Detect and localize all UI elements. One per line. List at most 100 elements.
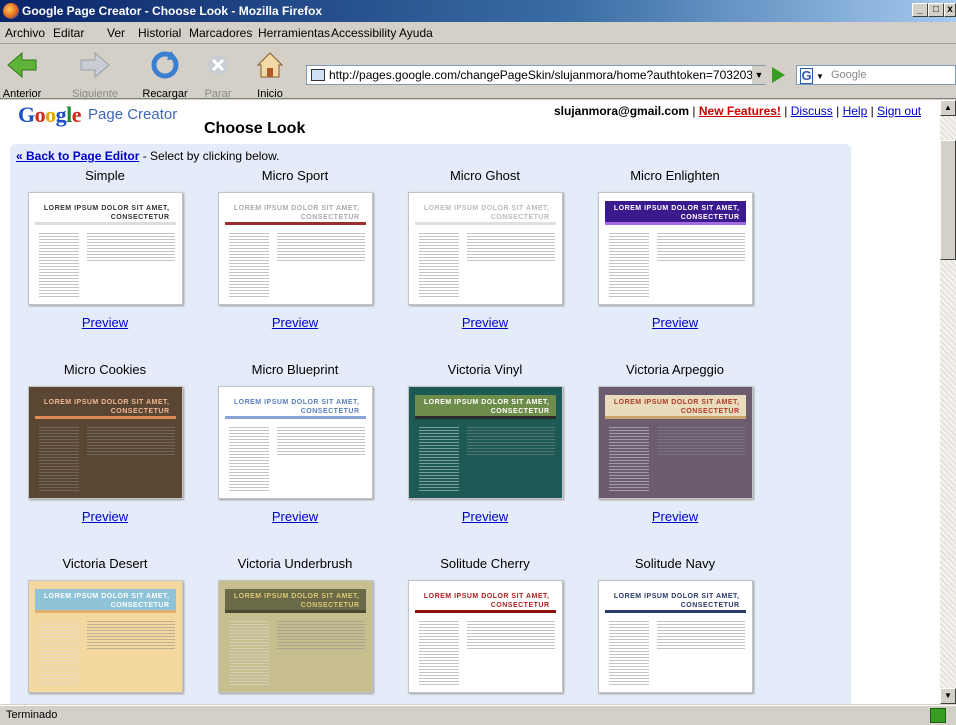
- thumbnail-body-text: [276, 427, 365, 457]
- google-logo[interactable]: Google: [18, 102, 82, 128]
- product-name: Page Creator: [88, 106, 178, 123]
- back-label: Anterior: [2, 88, 42, 100]
- preview-link[interactable]: Preview: [585, 509, 765, 525]
- look-thumbnail[interactable]: LOREM IPSUM DOLOR SIT AMET, CONSECTETUR: [407, 580, 563, 693]
- look-item[interactable]: Victoria Arpeggio LOREM IPSUM DOLOR SIT A…: [585, 362, 765, 525]
- look-item[interactable]: Solitude Cherry LOREM IPSUM DOLOR SIT AME…: [395, 556, 575, 693]
- maximize-button[interactable]: □: [928, 3, 944, 17]
- thumbnail-heading: LOREM IPSUM DOLOR SIT AMET, CONSECTETUR: [604, 201, 746, 225]
- look-item[interactable]: Victoria Vinyl LOREM IPSUM DOLOR SIT AMET…: [395, 362, 575, 525]
- preview-link[interactable]: Preview: [395, 509, 575, 525]
- menu-ayuda[interactable]: Ayuda: [399, 26, 433, 40]
- back-to-editor-link[interactable]: « Back to Page Editor: [16, 149, 139, 163]
- search-engine-dropdown-icon[interactable]: ▼: [816, 68, 824, 86]
- discuss-link[interactable]: Discuss: [791, 104, 833, 118]
- look-item[interactable]: Simple LOREM IPSUM DOLOR SIT AMET, CONSEC…: [15, 168, 195, 331]
- thumbnail-sidebar-text: [38, 621, 79, 685]
- vertical-scrollbar[interactable]: ▲ ▼: [940, 100, 956, 704]
- menu-marcadores[interactable]: Marcadores: [189, 26, 252, 40]
- look-item[interactable]: Micro Ghost LOREM IPSUM DOLOR SIT AMET, C…: [395, 168, 575, 331]
- close-button[interactable]: x: [944, 3, 956, 17]
- help-link[interactable]: Help: [843, 104, 868, 118]
- menu-editar[interactable]: Editar: [53, 26, 84, 40]
- preview-link[interactable]: Preview: [395, 315, 575, 331]
- reload-icon: [151, 51, 179, 79]
- thumbnail-body-text: [276, 621, 365, 651]
- browser-window: Google Page Creator - Choose Look - Mozi…: [0, 0, 956, 725]
- scroll-down-icon[interactable]: ▼: [940, 688, 956, 704]
- stop-button[interactable]: Parar: [200, 49, 236, 100]
- home-icon: [256, 52, 284, 78]
- look-item[interactable]: Micro Blueprint LOREM IPSUM DOLOR SIT AME…: [205, 362, 385, 525]
- status-text: Terminado: [6, 709, 58, 721]
- preview-link[interactable]: Preview: [205, 315, 385, 331]
- preview-link[interactable]: Preview: [585, 315, 765, 331]
- look-name: Micro Cookies: [63, 362, 147, 377]
- stop-label: Parar: [204, 88, 232, 100]
- thumbnail-sidebar-text: [228, 427, 269, 491]
- url-dropdown-icon[interactable]: ▼: [752, 66, 766, 84]
- thumbnail-body-text: [86, 233, 175, 263]
- menu-archivo[interactable]: Archivo: [5, 26, 45, 40]
- look-name: Micro Enlighten: [630, 168, 720, 183]
- minimize-button[interactable]: _: [912, 3, 928, 17]
- thumbnail-heading: LOREM IPSUM DOLOR SIT AMET, CONSECTETUR: [414, 589, 556, 613]
- preview-link[interactable]: Preview: [205, 509, 385, 525]
- scroll-up-icon[interactable]: ▲: [940, 100, 956, 116]
- look-item[interactable]: Micro Sport LOREM IPSUM DOLOR SIT AMET, C…: [205, 168, 385, 331]
- look-thumbnail[interactable]: LOREM IPSUM DOLOR SIT AMET, CONSECTETUR: [407, 192, 563, 305]
- sign-out-link[interactable]: Sign out: [877, 104, 921, 118]
- thumbnail-heading: LOREM IPSUM DOLOR SIT AMET, CONSECTETUR: [604, 395, 746, 419]
- thumbnail-body-text: [656, 427, 745, 457]
- thumbnail-body-text: [656, 233, 745, 263]
- look-name: Victoria Desert: [62, 556, 148, 571]
- look-item[interactable]: Victoria Underbrush LOREM IPSUM DOLOR SIT…: [205, 556, 385, 693]
- menu-herramientas[interactable]: Herramientas: [258, 26, 330, 40]
- thumbnail-heading: LOREM IPSUM DOLOR SIT AMET, CONSECTETUR: [224, 201, 366, 225]
- page-icon: [311, 69, 325, 81]
- look-item[interactable]: Solitude Navy LOREM IPSUM DOLOR SIT AMET,…: [585, 556, 765, 693]
- go-icon[interactable]: [772, 67, 785, 83]
- look-thumbnail[interactable]: LOREM IPSUM DOLOR SIT AMET, CONSECTETUR: [597, 192, 753, 305]
- scroll-thumb[interactable]: [940, 140, 956, 260]
- look-item[interactable]: Micro Enlighten LOREM IPSUM DOLOR SIT AME…: [585, 168, 765, 331]
- look-item[interactable]: Micro Cookies LOREM IPSUM DOLOR SIT AMET,…: [15, 362, 195, 525]
- look-thumbnail[interactable]: LOREM IPSUM DOLOR SIT AMET, CONSECTETUR: [597, 386, 753, 499]
- preview-link[interactable]: Preview: [15, 509, 195, 525]
- thumbnail-heading: LOREM IPSUM DOLOR SIT AMET, CONSECTETUR: [224, 589, 366, 613]
- look-thumbnail[interactable]: LOREM IPSUM DOLOR SIT AMET, CONSECTETUR: [407, 386, 563, 499]
- thumbnail-heading: LOREM IPSUM DOLOR SIT AMET, CONSECTETUR: [34, 201, 176, 225]
- look-thumbnail[interactable]: LOREM IPSUM DOLOR SIT AMET, CONSECTETUR: [27, 580, 183, 693]
- menu-accessibility[interactable]: Accessibility: [331, 26, 396, 40]
- thumbnail-sidebar-text: [608, 427, 649, 491]
- search-placeholder: Google: [831, 69, 867, 81]
- thumbnail-body-text: [656, 621, 745, 651]
- stop-icon: [208, 55, 228, 75]
- reload-button[interactable]: Recargar: [140, 49, 190, 100]
- back-button[interactable]: Anterior: [2, 49, 42, 100]
- url-bar[interactable]: http://pages.google.com/changePageSkin/s…: [306, 65, 766, 85]
- home-label: Inicio: [257, 88, 283, 100]
- menu-bar: Archivo Editar Ver Historial Marcadores …: [0, 22, 956, 44]
- look-thumbnail[interactable]: LOREM IPSUM DOLOR SIT AMET, CONSECTETUR: [27, 192, 183, 305]
- look-thumbnail[interactable]: LOREM IPSUM DOLOR SIT AMET, CONSECTETUR: [217, 192, 373, 305]
- menu-ver[interactable]: Ver: [107, 26, 125, 40]
- preview-link[interactable]: Preview: [15, 315, 195, 331]
- look-item[interactable]: Victoria Desert LOREM IPSUM DOLOR SIT AME…: [15, 556, 195, 693]
- instruction-text: - Select by clicking below.: [139, 149, 280, 163]
- thumbnail-sidebar-text: [418, 233, 459, 297]
- thumbnail-sidebar-text: [608, 621, 649, 685]
- forward-label: Siguiente: [72, 88, 118, 100]
- look-thumbnail[interactable]: LOREM IPSUM DOLOR SIT AMET, CONSECTETUR: [217, 580, 373, 693]
- menu-historial[interactable]: Historial: [138, 26, 181, 40]
- search-input[interactable]: G ▼ Google: [796, 65, 956, 85]
- thumbnail-heading: LOREM IPSUM DOLOR SIT AMET, CONSECTETUR: [414, 395, 556, 419]
- look-thumbnail[interactable]: LOREM IPSUM DOLOR SIT AMET, CONSECTETUR: [217, 386, 373, 499]
- thumbnail-sidebar-text: [38, 233, 79, 297]
- look-thumbnail[interactable]: LOREM IPSUM DOLOR SIT AMET, CONSECTETUR: [597, 580, 753, 693]
- new-features-link[interactable]: New Features!: [699, 104, 781, 118]
- google-search-icon[interactable]: G: [800, 68, 813, 84]
- look-thumbnail[interactable]: LOREM IPSUM DOLOR SIT AMET, CONSECTETUR: [27, 386, 183, 499]
- home-button[interactable]: Inicio: [252, 49, 288, 100]
- forward-button[interactable]: Siguiente: [70, 49, 120, 100]
